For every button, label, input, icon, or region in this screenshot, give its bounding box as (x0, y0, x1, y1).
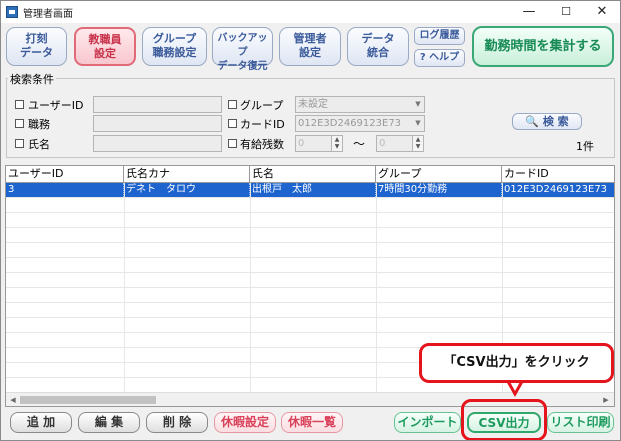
list-print-button[interactable]: リスト印刷 (547, 412, 614, 433)
column-divider (124, 183, 125, 392)
group-select[interactable]: 未設定 ▼ (295, 96, 425, 113)
job-label: 職務 (28, 118, 50, 131)
card-id-select-value: 012E3D2469123E73 (298, 118, 402, 129)
chevron-down-icon: ▼ (415, 119, 421, 127)
main-toolbar: 打刻 データ 教職員 設定 グループ 職務設定 バックアップ データ復元 管理者… (1, 23, 620, 72)
job-checkbox[interactable] (15, 119, 24, 128)
spin-arrows-icon[interactable]: ▲ ▼ (331, 136, 342, 151)
card-id-label: カードID (240, 118, 285, 131)
group-select-value: 未設定 (298, 99, 328, 110)
name-checkbox[interactable] (15, 139, 24, 148)
name-input[interactable] (93, 135, 222, 152)
leave-balance-checkbox[interactable] (228, 139, 237, 148)
group-checkbox[interactable] (228, 100, 237, 109)
chevron-down-icon: ▼ (415, 100, 421, 108)
table-header: ユーザーID 氏名カナ 氏名 グループ カードID (6, 166, 614, 183)
leave-from-stepper[interactable]: 0 ▲ ▼ (295, 135, 343, 152)
user-id-label: ユーザーID (28, 99, 84, 112)
close-icon[interactable]: ✕ (584, 1, 620, 23)
result-count: 1件 (576, 140, 594, 153)
group-label: グループ (240, 99, 284, 112)
leave-balance-label: 有給残数 (240, 138, 284, 151)
stamp-data-button[interactable]: 打刻 データ (6, 27, 67, 66)
leave-from-value: 0 (298, 138, 305, 149)
data-merge-button[interactable]: データ 統合 (347, 27, 409, 66)
minimize-icon[interactable]: — (511, 1, 547, 23)
scroll-right-icon[interactable]: ▶ (600, 394, 612, 406)
col-header-group[interactable]: グループ (376, 166, 502, 182)
leave-settings-button[interactable]: 休暇設定 (214, 412, 276, 433)
log-history-button[interactable]: ログ履歴 (414, 27, 465, 45)
search-button-label: 検 索 (542, 115, 569, 128)
leave-to-stepper[interactable]: 0 ▲ ▼ (376, 135, 424, 152)
aggregate-work-hours-button[interactable]: 勤務時間を集計する (472, 26, 614, 67)
column-divider (250, 183, 251, 392)
staff-settings-button[interactable]: 教職員 設定 (74, 27, 136, 66)
leave-to-value: 0 (379, 138, 386, 149)
title-bar: 管理者画面 — ☐ ✕ (1, 1, 620, 23)
range-separator: ～ (353, 137, 366, 151)
name-label: 氏名 (28, 138, 50, 151)
search-button[interactable]: 🔍 検 索 (512, 113, 582, 130)
import-button[interactable]: インポート (394, 412, 461, 433)
delete-button[interactable]: 削 除 (146, 412, 208, 433)
cell-name-kana: デネト タロウ (124, 183, 250, 197)
cell-group: 7時間30分勤務 (376, 183, 502, 197)
col-header-card-id[interactable]: カードID (502, 166, 614, 182)
user-id-input[interactable] (93, 96, 222, 113)
column-divider (376, 183, 377, 392)
spin-arrows-icon[interactable]: ▲ ▼ (412, 136, 423, 151)
help-button[interactable]: ? ヘルプ (414, 49, 465, 67)
maximize-icon[interactable]: ☐ (548, 1, 584, 23)
instruction-callout: 「CSV出力」をクリック (419, 343, 614, 383)
user-id-checkbox[interactable] (15, 100, 24, 109)
leave-list-button[interactable]: 休暇一覧 (281, 412, 343, 433)
cell-card-id: 012E3D2469123E73 (502, 183, 614, 197)
add-button[interactable]: 追 加 (10, 412, 72, 433)
app-icon (6, 6, 18, 18)
admin-settings-button[interactable]: 管理者 設定 (279, 27, 341, 66)
col-header-name[interactable]: 氏名 (250, 166, 376, 182)
group-job-settings-button[interactable]: グループ 職務設定 (142, 27, 207, 66)
search-conditions-label: 検索条件 (8, 71, 56, 87)
job-input[interactable] (93, 115, 222, 132)
scroll-left-icon[interactable]: ◀ (7, 394, 19, 406)
csv-highlight-frame (461, 399, 547, 440)
col-header-user-id[interactable]: ユーザーID (6, 166, 124, 182)
scrollbar-thumb[interactable] (20, 396, 156, 404)
admin-window: 管理者画面 — ☐ ✕ 打刻 データ 教職員 設定 グループ 職務設定 バックア… (0, 0, 621, 441)
backup-restore-button[interactable]: バックアップ データ復元 (212, 27, 273, 72)
window-title: 管理者画面 (23, 9, 73, 20)
card-id-checkbox[interactable] (228, 119, 237, 128)
cell-name: 出根戸 太郎 (250, 183, 376, 197)
cell-user-id: 3 (6, 183, 124, 197)
edit-button[interactable]: 編 集 (78, 412, 140, 433)
search-icon: 🔍 (525, 115, 539, 128)
card-id-select[interactable]: 012E3D2469123E73 ▼ (295, 115, 425, 132)
table-row[interactable]: 3 デネト タロウ 出根戸 太郎 7時間30分勤務 012E3D2469123E… (6, 183, 614, 197)
col-header-name-kana[interactable]: 氏名カナ (124, 166, 250, 182)
